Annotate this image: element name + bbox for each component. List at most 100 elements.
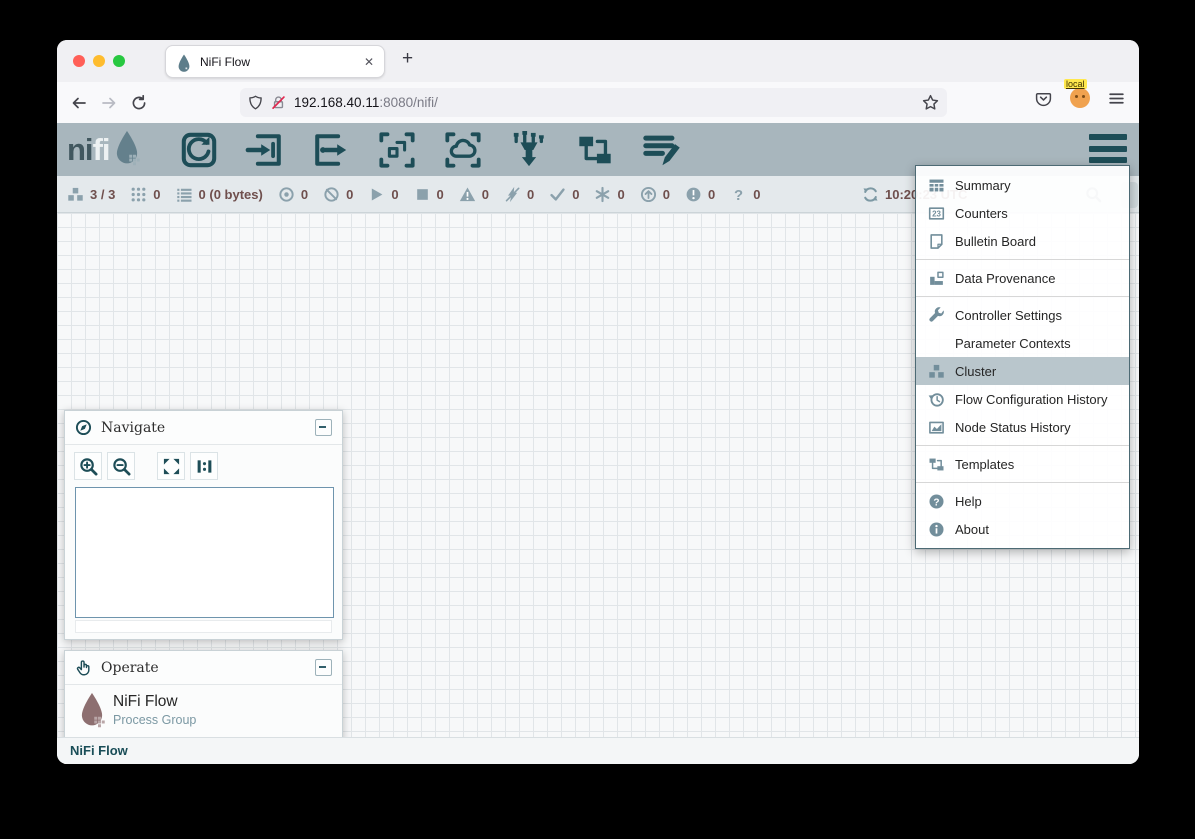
question-icon: ? [730, 186, 747, 203]
menu-item-label: Controller Settings [955, 308, 1062, 323]
list-icon [176, 186, 193, 203]
remote-process-group-icon[interactable] [443, 131, 483, 169]
menu-divider [916, 482, 1129, 483]
menu-item-about[interactable]: About [916, 515, 1129, 543]
insecure-lock-icon[interactable] [271, 95, 286, 110]
toolbar-right: local [1035, 88, 1125, 108]
status-locally-modified-and-stale-count: 0 [708, 187, 715, 202]
logo-text-dark: ni [67, 132, 93, 168]
menu-item-label: Counters [955, 206, 1008, 221]
menu-item-cluster[interactable]: Cluster [916, 357, 1129, 385]
global-menu: Summary 23 Counters Bulletin Board Data Prov… [915, 165, 1130, 549]
refresh-icon[interactable] [862, 186, 879, 203]
menu-item-help[interactable]: ?Help [916, 487, 1129, 515]
menu-item-counters[interactable]: 23 Counters [916, 199, 1129, 227]
status-active-threads-count: 0 [153, 187, 160, 202]
menu-divider [916, 296, 1129, 297]
input-port-icon[interactable] [245, 131, 285, 169]
status-sync-failure-count: 0 [753, 187, 760, 202]
menu-item-flow-configuration-history[interactable]: Flow Configuration History [916, 385, 1129, 413]
zoom-actual-button[interactable] [190, 452, 218, 480]
navigate-title: Navigate [101, 420, 315, 436]
menu-item-label: Parameter Contexts [955, 336, 1071, 351]
menu-item-summary[interactable]: Summary [916, 171, 1129, 199]
zoom-window-button[interactable] [113, 55, 125, 67]
operate-title: Operate [101, 660, 315, 676]
navigate-tools [74, 452, 218, 480]
ring-slash-icon [323, 186, 340, 203]
template-icon[interactable] [575, 131, 615, 169]
processor-icon[interactable] [179, 131, 219, 169]
profile-avatar[interactable]: local [1070, 88, 1090, 108]
menu-item-label: Data Provenance [955, 271, 1055, 286]
menu-item-bulletin-board[interactable]: Bulletin Board [916, 227, 1129, 255]
zoom-in-button[interactable] [74, 452, 102, 480]
play-icon [368, 186, 385, 203]
nifi-favicon [176, 54, 192, 70]
menu-item-templates[interactable]: Templates [916, 450, 1129, 478]
note-icon [928, 233, 945, 250]
close-window-button[interactable] [73, 55, 85, 67]
operate-collapse-button[interactable] [315, 659, 332, 676]
funnel-icon[interactable] [509, 131, 549, 169]
breadcrumb[interactable]: NiFi Flow [70, 738, 128, 763]
navigate-panel: Navigate [64, 410, 343, 640]
label-icon[interactable] [641, 131, 681, 169]
menu-item-label: Summary [955, 178, 1011, 193]
app-menu-icon[interactable] [1108, 90, 1125, 107]
counters-icon: 23 [928, 205, 945, 222]
status-stale: 0 [640, 186, 670, 203]
menu-item-label: Bulletin Board [955, 234, 1036, 249]
back-icon[interactable] [71, 95, 87, 111]
status-up-to-date: 0 [549, 186, 579, 203]
zoom-fit-button[interactable] [157, 452, 185, 480]
status-disabled-count: 0 [527, 187, 534, 202]
menu-item-node-status-history[interactable]: Node Status History [916, 413, 1129, 441]
browser-tab[interactable]: NiFi Flow ✕ [165, 45, 385, 78]
ring-icon [278, 186, 295, 203]
reload-icon[interactable] [131, 95, 147, 111]
status-connected-nodes: 3 / 3 [67, 186, 115, 203]
asterisk-icon [594, 186, 611, 203]
minimize-window-button[interactable] [93, 55, 105, 67]
forward-icon[interactable] [101, 95, 117, 111]
status-active-threads: 0 [130, 186, 160, 203]
tab-title: NiFi Flow [200, 55, 364, 69]
blank-icon [928, 335, 945, 352]
menu-item-label: Node Status History [955, 420, 1071, 435]
process-group-drop-icon [77, 692, 107, 732]
menu-item-parameter-contexts[interactable]: Parameter Contexts [916, 329, 1129, 357]
global-menu-button[interactable] [1089, 134, 1127, 163]
status-invalid-count: 0 [482, 187, 489, 202]
navigate-collapse-button[interactable] [315, 419, 332, 436]
url-bar[interactable]: 192.168.40.11:8080/nifi/ [240, 88, 947, 117]
menu-item-data-provenance[interactable]: Data Provenance [916, 264, 1129, 292]
status-queued: 0 (0 bytes) [176, 186, 263, 203]
menu-divider [916, 445, 1129, 446]
menu-item-controller-settings[interactable]: Controller Settings [916, 301, 1129, 329]
logo-text-light: fi [93, 132, 110, 168]
status-invalid: 0 [459, 186, 489, 203]
bookmark-star-icon[interactable] [922, 94, 939, 111]
url-text: 192.168.40.11:8080/nifi/ [294, 95, 922, 110]
status-stopped: 0 [414, 186, 444, 203]
menu-item-label: Templates [955, 457, 1014, 472]
chart-icon [928, 419, 945, 436]
output-port-icon[interactable] [311, 131, 351, 169]
table-icon [928, 177, 945, 194]
breadcrumb-bar: NiFi Flow [57, 737, 1139, 764]
new-tab-button[interactable]: + [402, 48, 413, 70]
status-locally-modified-and-stale: 0 [685, 186, 715, 203]
check-icon [549, 186, 566, 203]
component-toolbar [179, 129, 681, 171]
tab-close-icon[interactable]: ✕ [364, 55, 374, 69]
minimap-footer [75, 620, 332, 633]
pocket-icon[interactable] [1035, 90, 1052, 107]
birdseye-minimap[interactable] [75, 487, 334, 618]
shield-icon[interactable] [248, 95, 263, 110]
zoom-out-button[interactable] [107, 452, 135, 480]
cubes-icon [928, 363, 945, 380]
process-group-icon[interactable] [377, 131, 417, 169]
menu-item-label: About [955, 522, 989, 537]
status-stale-count: 0 [663, 187, 670, 202]
